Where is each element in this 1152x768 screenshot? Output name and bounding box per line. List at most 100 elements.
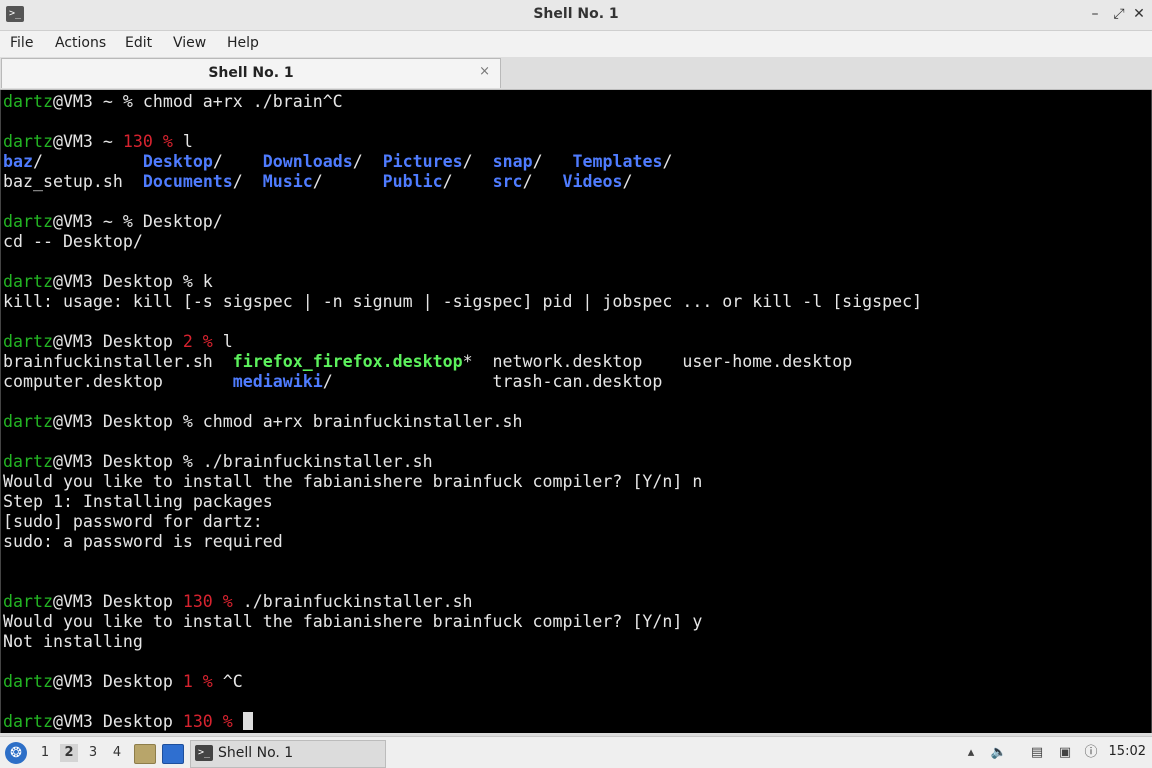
tab-bar: Shell No. 1 ×: [0, 57, 1152, 90]
terminal-line: dartz@VM3 Desktop 2 % l: [3, 332, 922, 352]
terminal-text: 130 %: [122, 132, 173, 151]
terminal-text: dartz: [3, 132, 53, 151]
terminal-text: @VM3 Desktop: [52, 332, 183, 351]
terminal-text: /: [212, 152, 263, 171]
terminal-line: dartz@VM3 Desktop 130 % ./brainfuckinsta…: [3, 592, 922, 612]
terminal-text: /: [532, 152, 573, 171]
taskbar: ❂ 1 2 3 4 >_ Shell No. 1 ▴ 🔈 ▤ ▣ ⓘ 15:02: [0, 736, 1152, 768]
terminal-icon: >_: [195, 745, 213, 761]
terminal-text: ./brainfuckinstaller.sh: [232, 592, 473, 611]
workspace-2[interactable]: 2: [60, 744, 78, 762]
tab-close-icon[interactable]: ×: [479, 64, 490, 79]
terminal-text: Not installing: [3, 632, 143, 651]
terminal-text: sudo: a password is required: [3, 532, 283, 551]
terminal-line: brainfuckinstaller.sh firefox_firefox.de…: [3, 352, 922, 372]
terminal-output[interactable]: dartz@VM3 ~ % chmod a+rx ./brain^C dartz@…: [0, 90, 1152, 733]
terminal-cursor: [242, 712, 253, 730]
desktop-icon[interactable]: [162, 744, 184, 764]
terminal-text: /: [32, 152, 143, 171]
terminal-line: dartz@VM3 Desktop 130 %: [3, 712, 922, 732]
terminal-text: dartz: [3, 332, 53, 351]
terminal-text: dartz: [3, 272, 53, 291]
terminal-text: dartz: [3, 412, 53, 431]
taskbar-task-shell[interactable]: >_ Shell No. 1: [190, 740, 386, 768]
menu-actions[interactable]: Actions: [55, 35, 106, 51]
network-icon[interactable]: ▣: [1056, 744, 1074, 762]
tab-shell-1[interactable]: Shell No. 1 ×: [1, 58, 501, 88]
terminal-text: Public: [382, 172, 443, 191]
terminal-text: Desktop: [142, 152, 213, 171]
terminal-text: @VM3 Desktop: [52, 672, 183, 691]
window-title: Shell No. 1: [533, 6, 619, 22]
terminal-text: Videos: [562, 172, 623, 191]
terminal-text: firefox_firefox.desktop: [232, 352, 463, 371]
tab-label: Shell No. 1: [208, 65, 294, 81]
terminal-line: Would you like to install the fabianishe…: [3, 612, 922, 632]
workspace-4[interactable]: 4: [108, 744, 126, 762]
menu-file[interactable]: File: [10, 35, 33, 51]
terminal-text: @VM3 ~: [52, 132, 123, 151]
terminal-line: dartz@VM3 Desktop 1 % ^C: [3, 672, 922, 692]
start-menu-icon[interactable]: ❂: [5, 742, 27, 764]
terminal-text: /: [442, 172, 493, 191]
terminal-text: dartz: [3, 672, 53, 691]
menu-view[interactable]: View: [173, 35, 206, 51]
terminal-line: cd -- Desktop/: [3, 232, 922, 252]
workspace-3[interactable]: 3: [84, 744, 102, 762]
tray-up-icon[interactable]: ▴: [962, 744, 980, 762]
notification-icon[interactable]: ⓘ: [1082, 744, 1100, 762]
terminal-text: dartz: [3, 92, 53, 111]
terminal-line: dartz@VM3 ~ 130 % l: [3, 132, 922, 152]
terminal-text: dartz: [3, 452, 53, 471]
terminal-text: cd -- Desktop/: [3, 232, 143, 251]
minimize-button[interactable]: –: [1086, 5, 1104, 23]
menu-edit[interactable]: Edit: [125, 35, 152, 51]
terminal-text: 130 %: [182, 712, 233, 731]
terminal-line: dartz@VM3 ~ % Desktop/: [3, 212, 922, 232]
volume-icon[interactable]: 🔈: [990, 744, 1008, 762]
terminal-text: /: [522, 172, 563, 191]
terminal-text: /: [462, 152, 493, 171]
terminal-text: @VM3 Desktop % chmod a+rx brainfuckinsta…: [52, 412, 523, 431]
terminal-text: /: [312, 172, 383, 191]
terminal-line: baz/ Desktop/ Downloads/ Pictures/ snap/…: [3, 152, 922, 172]
clipboard-icon[interactable]: ▤: [1028, 744, 1046, 762]
terminal-text: @VM3 Desktop % ./brainfuckinstaller.sh: [52, 452, 433, 471]
clock: 15:02: [1108, 744, 1146, 759]
terminal-line: dartz@VM3 Desktop % ./brainfuckinstaller…: [3, 452, 922, 472]
title-bar: >_ Shell No. 1 – ⤢ ✕: [0, 0, 1152, 31]
terminal-line: Would you like to install the fabianishe…: [3, 472, 922, 492]
terminal-text: /: [622, 172, 633, 191]
menu-help[interactable]: Help: [227, 35, 259, 51]
close-button[interactable]: ✕: [1130, 5, 1148, 23]
terminal-text: /: [662, 152, 673, 171]
terminal-text: baz: [3, 152, 33, 171]
terminal-text: /: [352, 152, 383, 171]
terminal-text: Templates: [572, 152, 663, 171]
terminal-text: mediawiki: [232, 372, 323, 391]
terminal-text: @VM3 ~ % Desktop/: [52, 212, 223, 231]
terminal-text: [sudo] password for dartz:: [3, 512, 263, 531]
terminal-text: dartz: [3, 212, 53, 231]
terminal-line: [sudo] password for dartz:: [3, 512, 922, 532]
terminal-text: l: [172, 132, 193, 151]
maximize-button[interactable]: ⤢: [1110, 5, 1128, 23]
terminal-text: @VM3 ~ % chmod a+rx ./brain^C: [52, 92, 343, 111]
terminal-text: src: [492, 172, 523, 191]
terminal-text: snap: [492, 152, 533, 171]
terminal-text: brainfuckinstaller.sh: [3, 352, 233, 371]
terminal-text: Would you like to install the fabianishe…: [3, 472, 703, 491]
terminal-text: Step 1: Installing packages: [3, 492, 273, 511]
terminal-line: sudo: a password is required: [3, 532, 922, 552]
file-manager-icon[interactable]: [134, 744, 156, 764]
workspace-1[interactable]: 1: [36, 744, 54, 762]
